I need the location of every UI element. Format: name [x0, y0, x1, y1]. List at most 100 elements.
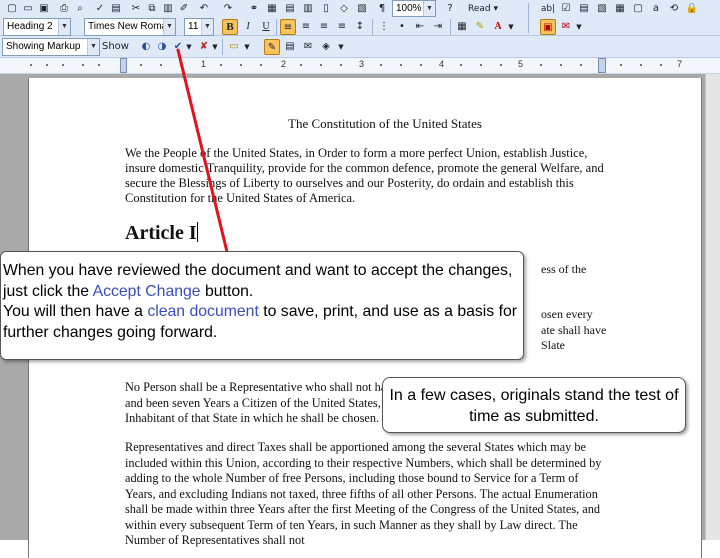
align-center-icon[interactable]: ≡: [298, 19, 314, 35]
ruler-number: 7: [677, 59, 683, 69]
chevron-down-icon[interactable]: ▼: [201, 19, 213, 35]
indent-marker[interactable]: [120, 58, 127, 73]
pdf-mail-icon[interactable]: ✉: [558, 19, 574, 35]
columns-icon[interactable]: ▯: [318, 1, 334, 17]
line-spacing-icon[interactable]: ↕: [352, 19, 368, 35]
chevron-down-icon[interactable]: ▼: [506, 19, 516, 35]
field-options-icon[interactable]: ▧: [594, 1, 610, 17]
chevron-down-icon[interactable]: ▼: [58, 19, 70, 35]
save-icon[interactable]: ▣: [36, 1, 52, 17]
draw-table-icon[interactable]: ▦: [612, 1, 628, 17]
style-dropdown[interactable]: Heading 2 ▼: [3, 18, 71, 36]
chevron-down-icon[interactable]: ▼: [210, 39, 220, 55]
ruler-tick: [30, 64, 32, 66]
help-icon[interactable]: ?: [442, 1, 458, 17]
cut-icon[interactable]: ✂: [128, 1, 144, 17]
reset-fields-icon[interactable]: ⟲: [666, 1, 682, 17]
track-changes-icon[interactable]: ✎: [264, 39, 280, 55]
horizontal-ruler[interactable]: 1 2 3 4 5 7: [0, 58, 720, 74]
protect-form-icon[interactable]: 🔒: [684, 1, 700, 17]
ruler-tick: [98, 64, 100, 66]
font-value: Times New Roman: [88, 21, 173, 32]
vertical-scrollbar[interactable]: [705, 74, 720, 540]
tables-borders-icon[interactable]: ▦: [264, 1, 280, 17]
chevron-down-icon[interactable]: ▼: [184, 39, 194, 55]
read-button[interactable]: Read ▾: [468, 1, 520, 17]
callout-text: You will then have a: [3, 303, 148, 320]
display-for-review-dropdown[interactable]: Showing Markup ▼: [2, 38, 100, 56]
ruler-number: 4: [439, 59, 445, 69]
italic-button[interactable]: I: [240, 19, 256, 35]
research-icon[interactable]: ▤: [108, 1, 124, 17]
toolbar-separator: [528, 3, 529, 33]
justify-icon[interactable]: ≡: [334, 19, 350, 35]
chevron-down-icon[interactable]: ▼: [574, 19, 584, 35]
spelling-icon[interactable]: ✓: [92, 1, 108, 17]
insert-table-icon[interactable]: ▤: [282, 1, 298, 17]
increase-indent-icon[interactable]: ⇥: [430, 19, 446, 35]
ruler-tick: [580, 64, 582, 66]
preamble-paragraph: We the People of the United States, in O…: [125, 146, 604, 205]
discussion-icon[interactable]: ◈: [318, 39, 334, 55]
ruler-number: 3: [359, 59, 365, 69]
bold-button[interactable]: B: [222, 19, 238, 35]
show-button[interactable]: Show ▾: [102, 39, 134, 68]
format-painter-icon[interactable]: ✐: [176, 1, 192, 17]
ruler-tick: [340, 64, 342, 66]
font-dropdown[interactable]: Times New Roman ▼: [84, 18, 176, 36]
redo-icon[interactable]: ↷: [220, 1, 236, 17]
document-map-icon[interactable]: ▧: [354, 1, 370, 17]
formatting-toolbar: Heading 2 ▼ Times New Roman ▼ 11 ▼ B I U…: [0, 0, 720, 36]
partial-text-line: osen every: [541, 307, 593, 321]
font-color-icon[interactable]: A: [490, 19, 506, 35]
callout-text: In a few cases, originals stand the test…: [389, 387, 679, 425]
previous-change-icon[interactable]: ◐: [138, 39, 154, 55]
print-preview-icon[interactable]: ⌕: [72, 1, 88, 17]
insert-excel-icon[interactable]: ▥: [300, 1, 316, 17]
drawing-icon[interactable]: ◇: [336, 1, 352, 17]
chevron-down-icon[interactable]: ▼: [87, 39, 99, 55]
align-right-icon[interactable]: ≡: [316, 19, 332, 35]
callout-text: When you have reviewed the document and …: [3, 262, 513, 300]
right-indent-marker[interactable]: [598, 58, 606, 73]
ruler-tick: [46, 64, 48, 66]
borders-icon[interactable]: ▦: [454, 19, 470, 35]
new-document-icon[interactable]: ▢: [4, 1, 20, 17]
reviewing-toolbar: Showing Markup ▼ Show ▾ ◐ ◑ ✔ ▼ ✘ ▼ ▭ ▼ …: [0, 36, 720, 68]
field-shading-icon[interactable]: a: [648, 1, 664, 17]
align-left-icon[interactable]: ≡: [280, 19, 296, 35]
copy-icon[interactable]: ⧉: [144, 1, 160, 17]
ruler-tick: [500, 64, 502, 66]
highlight-icon[interactable]: ✎: [472, 19, 488, 35]
insert-frame-icon[interactable]: ▢: [630, 1, 646, 17]
print-icon[interactable]: ⎙: [56, 1, 72, 17]
chevron-down-icon[interactable]: ▼: [242, 39, 252, 55]
show-hide-icon[interactable]: ¶: [374, 1, 390, 17]
edit-field-icon[interactable]: ab|: [540, 1, 556, 17]
dropdown-field-icon[interactable]: ▤: [576, 1, 592, 17]
ruler-tick: [300, 64, 302, 66]
chevron-down-icon[interactable]: ▼: [163, 19, 175, 35]
paste-icon[interactable]: ▥: [160, 1, 176, 17]
chevron-down-icon[interactable]: ▼: [336, 39, 346, 55]
pdf-icon[interactable]: ▣: [540, 19, 556, 35]
next-change-icon[interactable]: ◑: [154, 39, 170, 55]
new-comment-icon[interactable]: ▭: [226, 39, 242, 55]
font-size-dropdown[interactable]: 11 ▼: [184, 18, 214, 36]
toolbar-separator: [222, 39, 223, 55]
reviewing-pane-icon[interactable]: ▤: [282, 39, 298, 55]
decrease-indent-icon[interactable]: ⇤: [412, 19, 428, 35]
zoom-dropdown[interactable]: 100% ▼: [392, 0, 436, 17]
undo-icon[interactable]: ↶: [196, 1, 212, 17]
callout-text: button.: [200, 282, 254, 300]
document-title: The Constitution of the United States: [288, 116, 482, 131]
send-for-review-icon[interactable]: ✉: [300, 39, 316, 55]
checkbox-field-icon[interactable]: ☑: [558, 1, 574, 17]
hyperlink-icon[interactable]: ⚭: [246, 1, 262, 17]
numbering-icon[interactable]: ⋮: [376, 19, 392, 35]
ruler-tick: [82, 64, 84, 66]
bullets-icon[interactable]: •: [394, 19, 410, 35]
open-icon[interactable]: ▭: [20, 1, 36, 17]
chevron-down-icon[interactable]: ▼: [423, 1, 435, 16]
underline-button[interactable]: U: [258, 19, 274, 35]
